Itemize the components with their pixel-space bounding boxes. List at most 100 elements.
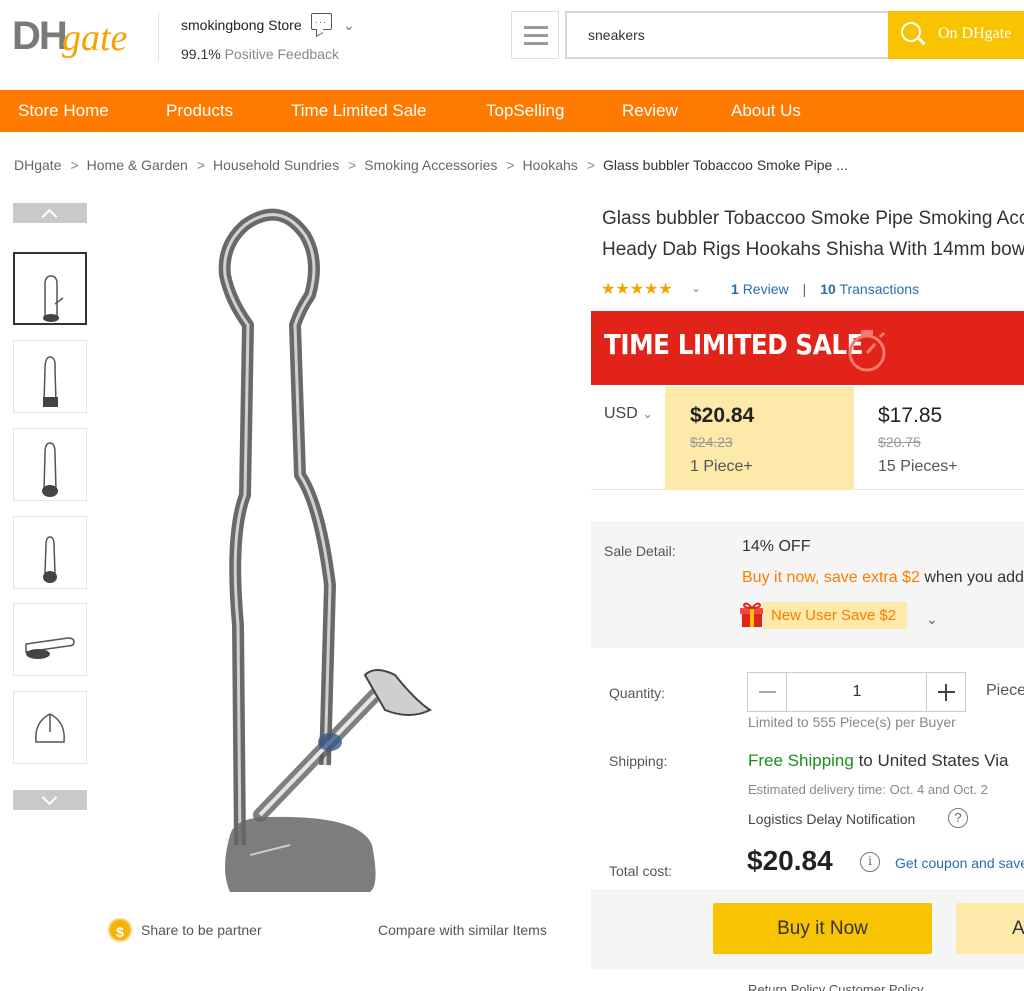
breadcrumb-separator: > [506, 157, 515, 173]
shipping-destination: to United States Via [853, 751, 1009, 770]
quantity-label: Quantity: [609, 685, 666, 701]
add-to-cart-button[interactable]: A [956, 903, 1024, 954]
time-limited-sale-banner: TIME LIMITED SALE [591, 311, 1024, 385]
quantity-stepper: 1 [747, 672, 966, 712]
breadcrumb-current: Glass bubbler Tobaccoo Smoke Pipe ... [603, 157, 848, 173]
tier-quantity: 1 Piece+ [690, 458, 753, 475]
chat-icon[interactable]: ··· [311, 13, 332, 30]
thumbnail-scroll-down-button[interactable] [13, 790, 87, 810]
nav-store-home[interactable]: Store Home [18, 90, 109, 132]
breadcrumb: DHgate > Home & Garden > Household Sundries >… [14, 157, 848, 173]
dhgate-logo[interactable]: DH gate [12, 12, 134, 66]
search-input[interactable]: sneakers [565, 11, 888, 59]
buy-it-now-button[interactable]: Buy it Now [713, 903, 932, 954]
nav-review[interactable]: Review [622, 90, 678, 132]
breadcrumb-separator: > [196, 157, 206, 173]
total-cost-value: $20.84 [747, 845, 833, 876]
breadcrumb-link[interactable]: DHgate [14, 157, 61, 173]
quantity-unit: Piece [986, 682, 1024, 699]
help-icon[interactable]: ? [948, 808, 968, 828]
nav-time-limited-sale[interactable]: Time Limited Sale [291, 90, 426, 132]
thumbnail-4[interactable] [13, 516, 87, 589]
chevron-down-icon: ⌄ [642, 406, 654, 421]
tier-price: $17.85 [878, 404, 943, 427]
quantity-decrease-button[interactable] [748, 673, 787, 711]
search-button-label: On DHgate [938, 25, 1012, 42]
store-name[interactable]: smokingbong Store [181, 17, 302, 33]
logistics-delay-notification: Logistics Delay Notification [748, 811, 916, 827]
transactions-count[interactable]: 10 [820, 281, 836, 297]
thumbnail-3[interactable] [13, 428, 87, 501]
search-icon [901, 22, 921, 42]
quantity-input[interactable]: 1 [788, 673, 926, 711]
new-user-coupon[interactable]: New User Save $2 [763, 602, 908, 629]
free-shipping-text: Free Shipping [748, 751, 854, 770]
thumbnail-scroll-up-button[interactable] [13, 203, 87, 223]
thumbnail-2[interactable] [13, 340, 87, 413]
feedback-label: Positive Feedback [224, 46, 339, 62]
product-title: Glass bubbler Tobaccoo Smoke Pipe Smokin… [602, 203, 1024, 265]
price-tier-1[interactable]: $20.84 $24.23 1 Piece+ [665, 387, 854, 490]
shipping-method[interactable]: Free Shipping to United States Via [748, 751, 1009, 771]
nav-topselling[interactable]: TopSelling [486, 90, 564, 132]
thumbnail-5[interactable] [13, 603, 87, 676]
shipping-label: Shipping: [609, 753, 668, 769]
discount-percent: 14% OFF [742, 538, 811, 555]
quantity-increase-button[interactable] [926, 673, 965, 711]
breadcrumb-separator: > [586, 157, 595, 173]
transactions-link[interactable]: Transactions [839, 281, 919, 297]
logo-gate-text: gate [62, 17, 128, 59]
menu-bar [524, 34, 548, 37]
store-nav: Store Home Products Time Limited Sale To… [0, 90, 1024, 132]
return-policy-links[interactable]: Return Policy Customer Policy [748, 982, 924, 991]
gift-icon [740, 602, 764, 627]
review-summary: 1 Review | 10 Transactions [731, 281, 919, 297]
total-cost-label: Total cost: [609, 863, 673, 879]
get-coupon-link[interactable]: Get coupon and save [895, 855, 1024, 871]
breadcrumb-link[interactable]: Smoking Accessories [364, 157, 497, 173]
logo-dh-text: DH [12, 14, 68, 58]
purchase-actions: Buy it Now A [591, 889, 1024, 969]
compare-similar-link[interactable]: Compare with similar Items [378, 922, 547, 938]
chevron-down-icon[interactable]: ⌄ [926, 611, 938, 628]
product-main-image[interactable] [150, 205, 570, 892]
divider: | [802, 281, 807, 297]
info-icon[interactable]: i [860, 852, 880, 872]
search-button[interactable]: On DHgate [888, 11, 1024, 59]
share-to-be-partner-link[interactable]: Share to be partner [141, 922, 262, 938]
feedback-percent: 99.1% [181, 46, 221, 62]
breadcrumb-link[interactable]: Hookahs [523, 157, 578, 173]
review-count[interactable]: 1 [731, 281, 739, 297]
breadcrumb-separator: > [70, 157, 79, 173]
promo-rest: when you add to cart [924, 569, 1024, 586]
breadcrumb-separator: > [348, 157, 357, 173]
review-link[interactable]: Review [743, 281, 789, 297]
price-tier-2[interactable]: $17.85 $20.75 15 Pieces+ [853, 387, 1024, 490]
breadcrumb-link[interactable]: Household Sundries [213, 157, 339, 173]
currency-selector[interactable]: USD ⌄ [604, 405, 653, 423]
dollar-coin-icon: $ [108, 918, 132, 942]
tier-old-price: $24.23 [690, 434, 733, 450]
tier-price: $20.84 [690, 404, 755, 427]
tier-old-price: $20.75 [878, 434, 921, 450]
nav-products[interactable]: Products [166, 90, 233, 132]
buy-now-promo: Buy it now, save extra $2 when you add t… [742, 569, 1024, 587]
nav-about-us[interactable]: About Us [731, 90, 801, 132]
rating-stars[interactable]: ★★★★★ [601, 279, 673, 299]
currency-value: USD [604, 405, 638, 422]
stopwatch-icon [848, 330, 886, 372]
thumbnail-1[interactable] [13, 252, 87, 325]
thumbnail-6[interactable] [13, 691, 87, 764]
chevron-down-icon[interactable]: ⌄ [343, 17, 355, 34]
store-feedback: 99.1% Positive Feedback [181, 46, 339, 62]
sale-banner-text: TIME LIMITED SALE [604, 328, 864, 361]
header-divider [158, 12, 159, 62]
breadcrumb-link[interactable]: Home & Garden [87, 157, 188, 173]
chevron-down-icon[interactable]: ⌄ [691, 281, 701, 295]
quantity-limit: Limited to 555 Piece(s) per Buyer [748, 714, 956, 730]
price-tiers: USD ⌄ $20.84 $24.23 1 Piece+ $17.85 $20.… [591, 387, 1024, 490]
category-menu-button[interactable] [511, 11, 559, 59]
product-title-line: Glass bubbler Tobaccoo Smoke Pipe Smokin… [602, 208, 1024, 229]
product-title-line: Heady Dab Rigs Hookahs Shisha With 14mm … [602, 239, 1024, 260]
menu-bar [524, 42, 548, 45]
